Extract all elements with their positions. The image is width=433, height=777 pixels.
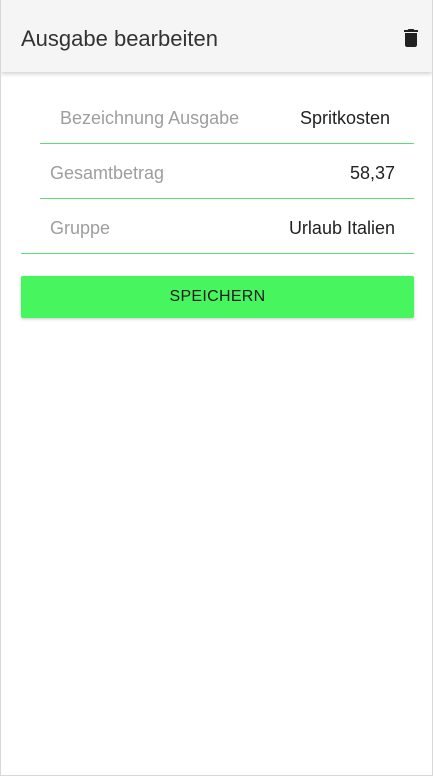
app-window: Ausgabe bearbeiten Bezeichnung Ausgabe S… bbox=[0, 0, 433, 776]
group-field[interactable]: Gruppe Urlaub Italien bbox=[21, 200, 414, 254]
name-field-underline bbox=[40, 143, 414, 144]
group-field-label: Gruppe bbox=[50, 218, 111, 238]
app-bar: Ausgabe bearbeiten bbox=[1, 0, 432, 72]
total-field[interactable]: Gesamtbetrag 58,37 bbox=[40, 145, 414, 199]
total-field-value[interactable]: 58,37 bbox=[350, 161, 395, 185]
name-field[interactable]: Bezeichnung Ausgabe Spritkosten bbox=[40, 90, 414, 144]
name-field-label: Bezeichnung Ausgabe bbox=[60, 108, 240, 128]
total-field-underline bbox=[40, 198, 414, 199]
trash-icon bbox=[404, 29, 418, 47]
group-field-value[interactable]: Urlaub Italien bbox=[289, 216, 395, 240]
total-field-label: Gesamtbetrag bbox=[50, 163, 165, 183]
delete-button[interactable] bbox=[399, 26, 423, 50]
save-button[interactable]: SPEICHERN bbox=[21, 276, 414, 318]
group-field-underline bbox=[21, 253, 414, 254]
page-title: Ausgabe bearbeiten bbox=[21, 26, 218, 51]
name-field-value[interactable]: Spritkosten bbox=[300, 106, 390, 130]
